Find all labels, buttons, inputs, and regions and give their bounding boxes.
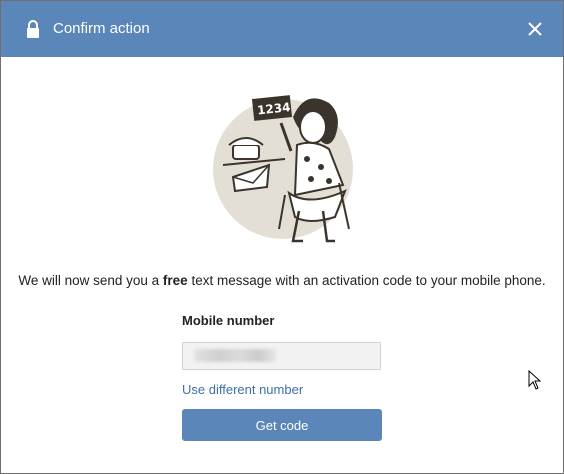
dialog-title: Confirm action xyxy=(53,20,150,37)
close-icon xyxy=(528,22,542,36)
mouse-cursor-icon xyxy=(528,370,542,390)
close-button[interactable] xyxy=(521,15,549,43)
message-text: We will now send you a xyxy=(18,273,163,288)
mobile-number-input[interactable] xyxy=(182,342,381,370)
confirm-action-dialog: Confirm action 1234 We will now send you… xyxy=(0,0,564,474)
dialog-title-bar: Confirm action xyxy=(1,1,563,57)
lock-icon xyxy=(27,20,39,38)
message-emphasis: free xyxy=(162,273,188,288)
get-code-button[interactable]: Get code xyxy=(182,409,382,441)
mobile-number-label: Mobile number xyxy=(182,313,275,328)
use-different-number-link[interactable]: Use different number xyxy=(182,382,303,397)
sms-illustration: 1234 xyxy=(213,95,353,243)
message-text-end: text message with an activation code to … xyxy=(187,273,546,288)
activation-message: We will now send you a free text message… xyxy=(1,273,563,288)
